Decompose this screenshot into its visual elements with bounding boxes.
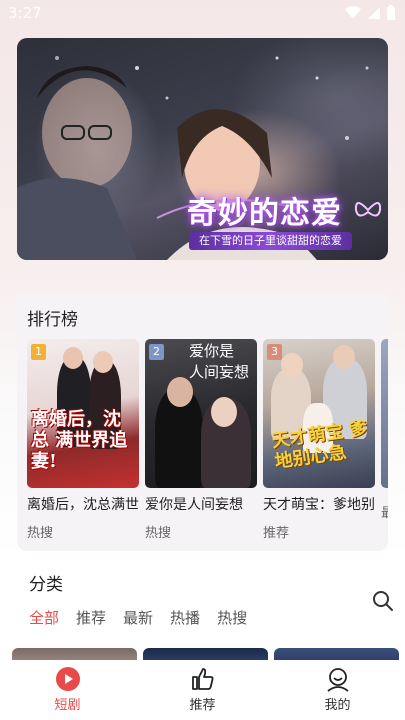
status-icons xyxy=(345,5,395,20)
drama-tag: 热搜 xyxy=(145,526,172,541)
banner-subtitle: 在下雪的日子里谈甜甜的恋爱 xyxy=(189,232,352,250)
user-icon xyxy=(326,668,349,692)
poster-caption: 离婚后，沈总 满世界追妻! xyxy=(31,409,128,472)
nav-label: 我的 xyxy=(324,698,351,713)
drama-name: 爱你是人间妄想 xyxy=(145,497,243,513)
nav-item-recommend[interactable]: 推荐 xyxy=(163,666,243,713)
rank-badge: 2 xyxy=(149,344,164,360)
battery-icon xyxy=(387,5,395,20)
ranking-item[interactable]: 最 xyxy=(381,339,388,541)
ranking-item[interactable]: 2 爱你是 人间妄想 爱你是人间妄想 热搜 xyxy=(145,339,257,541)
status-bar: 3:27 xyxy=(0,0,405,26)
ranking-list: 1 离婚后，沈总 满世界追妻! 离婚后，沈总满世界追妻 热搜 2 爱你是 人间妄… xyxy=(27,339,388,541)
drama-name: 天才萌宝：爹地别心急 xyxy=(263,497,375,513)
category-tabs: 全部 推荐 最新 热播 热搜 xyxy=(29,607,247,628)
tab-latest[interactable]: 最新 xyxy=(123,607,153,628)
nav-label: 推荐 xyxy=(189,698,216,713)
wifi-icon xyxy=(345,5,361,19)
ranking-item[interactable]: 1 离婚后，沈总 满世界追妻! 离婚后，沈总满世界追妻 热搜 xyxy=(27,339,139,541)
ranking-title: 排行榜 xyxy=(27,310,78,330)
featured-banner[interactable]: 奇妙的恋爱 在下雪的日子里谈甜甜的恋爱 xyxy=(17,38,388,260)
signal-icon xyxy=(368,6,380,19)
status-time: 3:27 xyxy=(8,4,42,22)
poster-caption: 爱你是 人间妄想 xyxy=(189,342,250,381)
tab-recommended[interactable]: 推荐 xyxy=(76,607,106,628)
drama-tag: 最 xyxy=(381,506,388,521)
ranking-section: 排行榜 1 离婚后，沈总 满世界追妻! 离婚后，沈总满世界追妻 热搜 2 爱你是… xyxy=(17,293,388,551)
rank-badge: 3 xyxy=(267,344,282,360)
drama-tag: 热搜 xyxy=(27,526,54,541)
category-title: 分类 xyxy=(29,575,63,595)
banner-title: 奇妙的恋爱 xyxy=(187,196,342,231)
play-circle-icon xyxy=(55,667,80,691)
drama-name: 离婚后，沈总满世界追妻 xyxy=(27,497,139,513)
nav-item-profile[interactable]: 我的 xyxy=(298,666,378,713)
nav-item-shorts[interactable]: 短剧 xyxy=(28,666,108,713)
thumbs-up-icon xyxy=(191,668,213,690)
rank-badge: 1 xyxy=(31,344,46,360)
tab-all[interactable]: 全部 xyxy=(29,607,59,628)
bottom-nav: 短剧 推荐 我的 xyxy=(0,660,405,720)
tab-hot-search[interactable]: 热搜 xyxy=(217,607,247,628)
butterfly-icon xyxy=(354,202,382,217)
poster-image[interactable]: 3 天才萌宝 爹地别心急 xyxy=(263,339,375,488)
ranking-item[interactable]: 3 天才萌宝 爹地别心急 天才萌宝：爹地别心急 推荐 xyxy=(263,339,375,541)
poster-image[interactable]: 2 爱你是 人间妄想 xyxy=(145,339,257,488)
poster-image[interactable]: 1 离婚后，沈总 满世界追妻! xyxy=(27,339,139,488)
search-icon[interactable] xyxy=(372,590,394,612)
drama-tag: 推荐 xyxy=(263,526,290,541)
poster-image[interactable] xyxy=(381,339,388,488)
nav-label: 短剧 xyxy=(54,698,81,713)
tab-trending[interactable]: 热播 xyxy=(170,607,200,628)
